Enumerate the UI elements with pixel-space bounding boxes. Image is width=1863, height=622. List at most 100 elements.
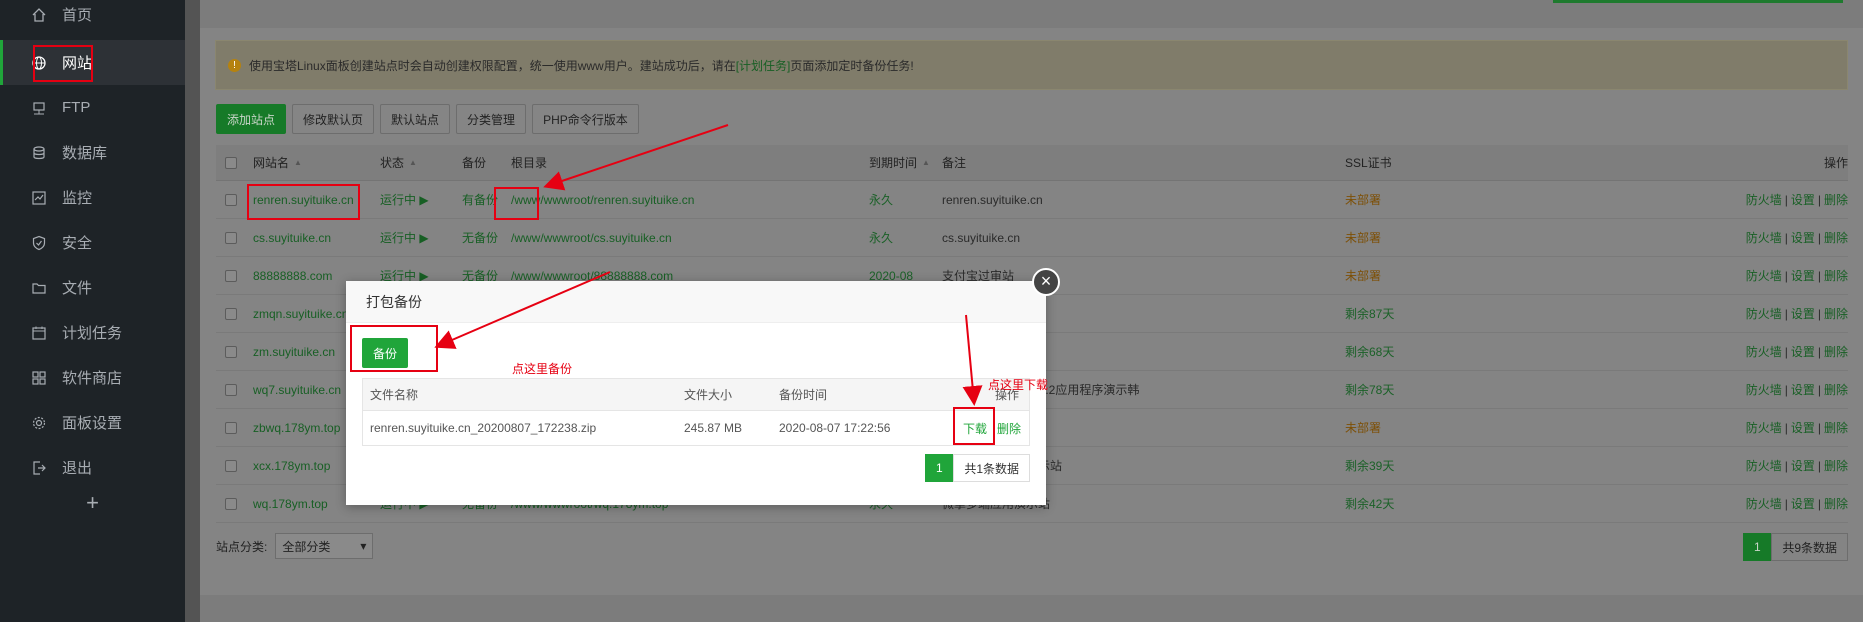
table-row: renren.suyituike.cn 运行中 ▶ 有备份/www/wwwroot/… (216, 181, 1848, 219)
firewall-link[interactable]: 防火墙 (1746, 229, 1782, 246)
col-status[interactable]: 状态 ▲ (380, 145, 417, 180)
firewall-link[interactable]: 防火墙 (1746, 267, 1782, 284)
site-ssl[interactable]: 未部署 (1345, 409, 1381, 446)
add-menu-button[interactable]: + (0, 490, 185, 516)
settings-link[interactable]: 设置 (1791, 457, 1815, 474)
row-checkbox[interactable] (225, 193, 237, 206)
site-name-link[interactable]: xcx.178ym.top (253, 447, 330, 484)
calendar-icon (30, 324, 48, 342)
backup-dialog: 打包备份 备份 文件名称 文件大小 备份时间 操作 renren.suyitui… (346, 281, 1046, 505)
category-manage-button[interactable]: 分类管理 (456, 104, 527, 134)
site-status[interactable]: 运行中 ▶ (380, 219, 429, 256)
modify-default-page-button[interactable]: 修改默认页 (292, 104, 375, 134)
col-time: 备份时间 (779, 388, 828, 402)
settings-link[interactable]: 设置 (1791, 381, 1815, 398)
firewall-link[interactable]: 防火墙 (1746, 495, 1782, 512)
site-ssl[interactable]: 未部署 (1345, 219, 1381, 256)
delete-link[interactable]: 删除 (1824, 343, 1848, 360)
php-cli-version-button[interactable]: PHP命令行版本 (532, 104, 639, 134)
sidebar-item-database[interactable]: 数据库 (0, 130, 185, 175)
delete-link[interactable]: 删除 (1824, 229, 1848, 246)
site-ssl[interactable]: 剩余39天 (1345, 447, 1394, 484)
settings-link[interactable]: 设置 (1791, 495, 1815, 512)
close-icon[interactable]: × (1032, 268, 1060, 296)
sidebar-item-logout[interactable]: 退出 (0, 445, 185, 490)
delete-link[interactable]: 删除 (1824, 457, 1848, 474)
sidebar-item-home[interactable]: 首页 (0, 0, 185, 37)
col-remark: 备注 (942, 156, 967, 170)
settings-link[interactable]: 设置 (1791, 419, 1815, 436)
col-expire[interactable]: 到期时间 ▲ (869, 145, 930, 180)
site-remark[interactable]: cs.suyituike.cn (942, 219, 1020, 256)
site-ssl[interactable]: 剩余78天 (1345, 371, 1394, 408)
firewall-link[interactable]: 防火墙 (1746, 419, 1782, 436)
sidebar-item-store[interactable]: 软件商店 (0, 355, 185, 400)
firewall-link[interactable]: 防火墙 (1746, 381, 1782, 398)
site-ssl[interactable]: 未部署 (1345, 257, 1381, 294)
page-number[interactable]: 1 (925, 454, 954, 482)
site-name-link[interactable]: wq.178ym.top (253, 485, 328, 522)
row-checkbox[interactable] (225, 497, 237, 510)
category-select[interactable]: 全部分类 ▾ (275, 533, 374, 559)
notice-text-after: 页面添加定时备份任务! (790, 58, 914, 73)
row-checkbox[interactable] (225, 231, 237, 244)
site-ssl[interactable]: 剩余87天 (1345, 295, 1394, 332)
settings-link[interactable]: 设置 (1791, 229, 1815, 246)
site-name-link[interactable]: cs.suyituike.cn (253, 219, 331, 256)
sidebar-item-files[interactable]: 文件 (0, 265, 185, 310)
row-actions: 防火墙 | 设置 | 删除 (1746, 181, 1848, 218)
sidebar-item-cron[interactable]: 计划任务 (0, 310, 185, 355)
firewall-link[interactable]: 防火墙 (1746, 305, 1782, 322)
settings-link[interactable]: 设置 (1791, 305, 1815, 322)
firewall-link[interactable]: 防火墙 (1746, 191, 1782, 208)
row-checkbox[interactable] (225, 459, 237, 472)
add-site-button[interactable]: 添加站点 (216, 104, 287, 134)
site-root-path[interactable]: /www/wwwroot/cs.suyituike.cn (511, 219, 672, 256)
row-checkbox[interactable] (225, 383, 237, 396)
site-expire[interactable]: 永久 (869, 181, 893, 218)
firewall-link[interactable]: 防火墙 (1746, 457, 1782, 474)
row-checkbox[interactable] (225, 421, 237, 434)
table-header: 网站名 ▲ 状态 ▲ 备份 根目录 到期时间 ▲ 备注 SSL证书 操作 (216, 145, 1848, 181)
backup-table-header: 文件名称 文件大小 备份时间 操作 (363, 379, 1029, 411)
action-separator: | (1784, 382, 1788, 397)
site-status[interactable]: 运行中 ▶ (380, 181, 429, 218)
col-name[interactable]: 网站名 ▲ (253, 145, 302, 180)
sidebar-item-ftp[interactable]: FTP (0, 85, 185, 130)
site-name-link[interactable]: zbwq.178ym.top (253, 409, 340, 446)
site-ssl[interactable]: 未部署 (1345, 181, 1381, 218)
site-expire[interactable]: 永久 (869, 219, 893, 256)
sidebar-item-security[interactable]: 安全 (0, 220, 185, 265)
delete-link[interactable]: 删除 (1824, 419, 1848, 436)
page-number[interactable]: 1 (1743, 533, 1772, 561)
select-all-checkbox[interactable] (225, 156, 237, 169)
row-checkbox[interactable] (225, 345, 237, 358)
site-name-link[interactable]: zmqn.suyituike.cn (253, 295, 348, 332)
delete-link[interactable]: 删除 (1824, 305, 1848, 322)
site-remark[interactable]: renren.suyituike.cn (942, 181, 1043, 218)
sidebar-item-label: 计划任务 (62, 325, 123, 342)
site-backup[interactable]: 有备份 (462, 181, 498, 218)
default-site-button[interactable]: 默认站点 (380, 104, 451, 134)
delete-link[interactable]: 删除 (1824, 381, 1848, 398)
row-checkbox[interactable] (225, 307, 237, 320)
action-separator: | (1817, 192, 1821, 207)
settings-link[interactable]: 设置 (1791, 343, 1815, 360)
sidebar-item-monitor[interactable]: 监控 (0, 175, 185, 220)
site-ssl[interactable]: 剩余42天 (1345, 485, 1394, 522)
delete-backup-link[interactable]: 删除 (997, 411, 1021, 445)
site-ssl[interactable]: 剩余68天 (1345, 333, 1394, 370)
site-name-link[interactable]: wq7.suyituike.cn (253, 371, 341, 408)
delete-link[interactable]: 删除 (1824, 191, 1848, 208)
site-name-link[interactable]: zm.suyituike.cn (253, 333, 335, 370)
delete-link[interactable]: 删除 (1824, 267, 1848, 284)
settings-link[interactable]: 设置 (1791, 191, 1815, 208)
site-backup[interactable]: 无备份 (462, 219, 498, 256)
settings-link[interactable]: 设置 (1791, 267, 1815, 284)
firewall-link[interactable]: 防火墙 (1746, 343, 1782, 360)
notice-cron-link[interactable]: [计划任务] (736, 57, 791, 74)
row-checkbox[interactable] (225, 269, 237, 282)
site-name-link[interactable]: 88888888.com (253, 257, 332, 294)
sidebar-item-settings[interactable]: 面板设置 (0, 400, 185, 445)
delete-link[interactable]: 删除 (1824, 495, 1848, 512)
